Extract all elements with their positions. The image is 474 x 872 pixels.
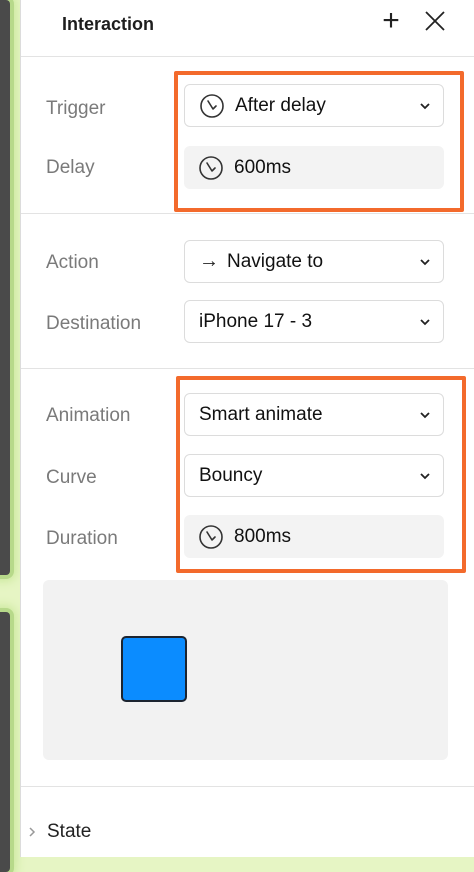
arrow-right-icon: →: [199, 250, 219, 272]
curve-label: Curve: [46, 467, 97, 488]
delay-label: Delay: [46, 157, 95, 178]
divider: [21, 56, 474, 57]
duration-value: 800ms: [234, 525, 292, 547]
curve-select[interactable]: Bouncy: [184, 454, 444, 497]
destination-label: Destination: [46, 313, 142, 334]
trigger-select[interactable]: After delay: [184, 84, 444, 127]
curve-value: Bouncy: [199, 464, 263, 486]
animation-select[interactable]: Smart animate: [184, 393, 444, 436]
action-label: Action: [46, 252, 99, 273]
chevron-down-icon: [420, 318, 430, 325]
animation-value: Smart animate: [199, 403, 323, 425]
action-value: Navigate to: [227, 250, 324, 272]
state-section[interactable]: State: [21, 815, 474, 849]
panel-header: Interaction +: [21, 0, 474, 56]
timer-icon: [199, 524, 223, 549]
plus-icon[interactable]: +: [378, 6, 404, 36]
timer-icon: [200, 93, 224, 118]
divider: [21, 786, 474, 787]
interaction-panel: Interaction + Trigger After delay Delay …: [20, 0, 474, 857]
duration-input[interactable]: 800ms: [184, 515, 444, 558]
state-label: State: [47, 821, 92, 842]
close-icon[interactable]: [424, 10, 446, 32]
chevron-down-icon: [420, 102, 430, 109]
chevron-down-icon: [420, 411, 430, 418]
delay-value: 600ms: [234, 156, 292, 178]
animation-preview: [43, 580, 448, 760]
destination-select[interactable]: iPhone 17 - 3: [184, 300, 444, 343]
action-select[interactable]: → Navigate to: [184, 240, 444, 283]
animation-label: Animation: [46, 405, 131, 426]
divider: [21, 213, 474, 214]
chevron-down-icon: [420, 258, 430, 265]
left-edge-strip-lower: [0, 612, 10, 872]
divider: [21, 368, 474, 369]
left-edge-strip: [0, 0, 10, 575]
chevron-down-icon: [420, 472, 430, 479]
trigger-value: After delay: [235, 94, 326, 116]
panel-title: Interaction: [62, 14, 155, 34]
timer-icon: [199, 155, 223, 180]
destination-value: iPhone 17 - 3: [199, 310, 313, 332]
chevron-right-icon: [29, 827, 36, 837]
trigger-label: Trigger: [46, 98, 106, 119]
delay-input[interactable]: 600ms: [184, 146, 444, 189]
duration-label: Duration: [46, 528, 118, 549]
preview-shape: [121, 636, 187, 702]
